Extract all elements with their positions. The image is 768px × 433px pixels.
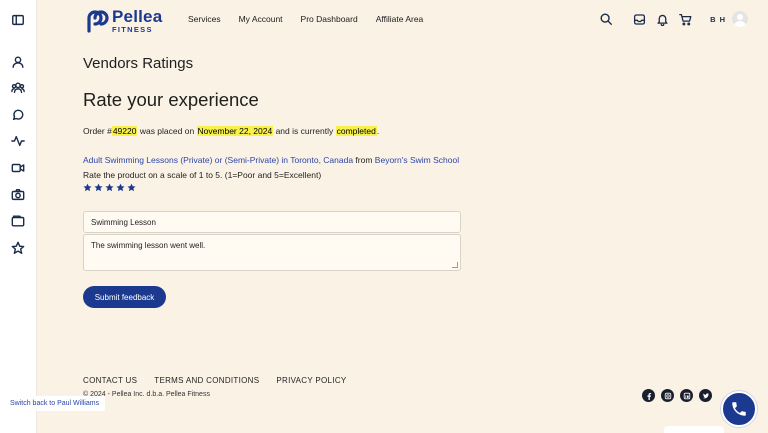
brand-logo[interactable]: Pellea FITNESS	[85, 8, 162, 34]
group-icon[interactable]	[11, 81, 25, 95]
product-link[interactable]: Adult Swimming Lessons (Private) or (Sem…	[83, 155, 353, 165]
footer-contact-us[interactable]: CONTACT US	[83, 376, 137, 385]
product-line: Adult Swimming Lessons (Private) or (Sem…	[83, 155, 459, 165]
brand-name: Pellea	[112, 7, 163, 26]
main-nav: Services My Account Pro Dashboard Affili…	[188, 14, 441, 24]
order-number: 49220	[111, 126, 138, 136]
nav-services[interactable]: Services	[188, 14, 221, 24]
order-status-text: and is currently	[273, 126, 336, 136]
cart-icon[interactable]	[678, 12, 692, 26]
chat-widget-tab[interactable]	[664, 426, 724, 433]
brand-sub: FITNESS	[112, 25, 153, 34]
facebook-icon[interactable]	[642, 389, 655, 402]
activity-icon[interactable]	[11, 134, 25, 148]
camera-icon[interactable]	[11, 188, 25, 202]
order-prefix: Order #	[83, 126, 112, 136]
user-initials[interactable]: B H	[710, 15, 726, 24]
rating-star-icon[interactable]	[116, 183, 125, 192]
rating-scale-text: Rate the product on a scale of 1 to 5. (…	[83, 170, 322, 180]
switch-back-link[interactable]: Switch back to Paul Williams	[4, 396, 106, 411]
vendor-link[interactable]: Beyorn's Swim School	[375, 155, 459, 165]
nav-affiliate-area[interactable]: Affiliate Area	[376, 14, 424, 24]
review-body-textarea[interactable]: The swimming lesson went well.	[83, 234, 461, 271]
page-title: Vendors Ratings	[83, 55, 194, 72]
nav-my-account[interactable]: My Account	[239, 14, 283, 24]
linkedin-icon[interactable]	[680, 389, 693, 402]
instagram-icon[interactable]	[661, 389, 674, 402]
rating-star-icon[interactable]	[94, 183, 103, 192]
header-actions: B H	[590, 11, 748, 27]
review-title-input[interactable]	[83, 211, 461, 233]
inbox-icon[interactable]	[632, 12, 646, 26]
order-status: completed	[335, 126, 377, 136]
review-body-text: The swimming lesson went well.	[91, 241, 206, 250]
footer-links: CONTACT US TERMS AND CONDITIONS PRIVACY …	[83, 376, 364, 385]
nav-pro-dashboard[interactable]: Pro Dashboard	[301, 14, 358, 24]
call-button[interactable]	[721, 391, 757, 427]
star-icon[interactable]	[11, 241, 25, 255]
twitter-icon[interactable]	[699, 389, 712, 402]
folder-icon[interactable]	[11, 214, 25, 228]
footer-terms[interactable]: TERMS AND CONDITIONS	[154, 376, 259, 385]
section-title: Rate your experience	[83, 89, 259, 110]
rating-star-icon[interactable]	[105, 183, 114, 192]
user-icon[interactable]	[11, 55, 25, 69]
order-placed-text: was placed on	[137, 126, 197, 136]
order-summary: Order #49220 was placed on November 22, …	[83, 126, 379, 136]
resize-handle-icon[interactable]	[452, 262, 458, 268]
social-links	[642, 389, 718, 402]
pellea-logo-icon	[87, 10, 109, 33]
sidebar-toggle-icon[interactable]	[11, 13, 25, 27]
phone-icon	[732, 402, 746, 416]
submit-feedback-button[interactable]: Submit feedback	[83, 286, 166, 308]
rating-star-icon[interactable]	[83, 183, 92, 192]
rating-star-icon[interactable]	[127, 183, 136, 192]
search-icon[interactable]	[599, 12, 613, 26]
footer-privacy[interactable]: PRIVACY POLICY	[276, 376, 346, 385]
product-from-text: from	[353, 155, 375, 165]
chat-icon[interactable]	[11, 108, 25, 122]
video-icon[interactable]	[11, 161, 25, 175]
bell-icon[interactable]	[655, 12, 669, 26]
top-header: Pellea FITNESS Services My Account Pro D…	[37, 0, 768, 40]
order-suffix: .	[376, 126, 380, 136]
star-rating	[83, 183, 138, 192]
order-date: November 22, 2024	[196, 126, 274, 136]
avatar[interactable]	[732, 11, 748, 27]
left-sidebar	[0, 0, 37, 433]
